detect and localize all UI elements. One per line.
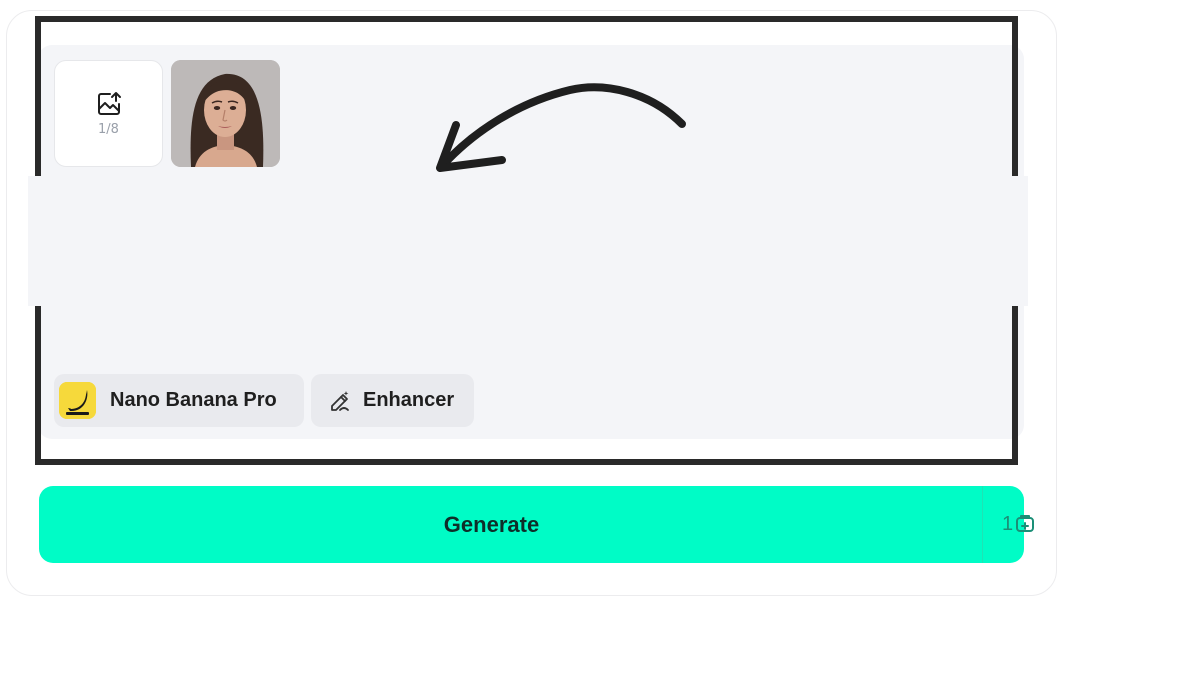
enhancer-icon <box>331 390 349 411</box>
model-selector-button[interactable]: Nano Banana Pro <box>54 374 304 427</box>
prompt-text[interactable]: Apply an elegant Christmas makeup look: … <box>54 181 1019 286</box>
banana-logo-icon <box>59 382 96 419</box>
reference-image-thumbnail[interactable] <box>171 60 280 167</box>
generate-cost: 1 <box>1002 510 1036 538</box>
enhancer-label: Enhancer <box>363 389 455 411</box>
model-label: Nano Banana Pro <box>110 389 277 411</box>
cost-value: 1 <box>1002 512 1014 535</box>
credit-icon <box>1016 515 1035 532</box>
image-upload-button[interactable]: 1/8 <box>54 60 163 167</box>
generate-button[interactable]: Generate 1 <box>39 486 1035 563</box>
generate-divider <box>982 486 983 563</box>
generate-label: Generate <box>443 511 540 537</box>
image-upload-icon <box>97 92 121 115</box>
upload-count: 1/8 <box>98 122 119 137</box>
portrait-image <box>171 60 280 167</box>
enhancer-button[interactable]: Enhancer <box>311 374 474 427</box>
